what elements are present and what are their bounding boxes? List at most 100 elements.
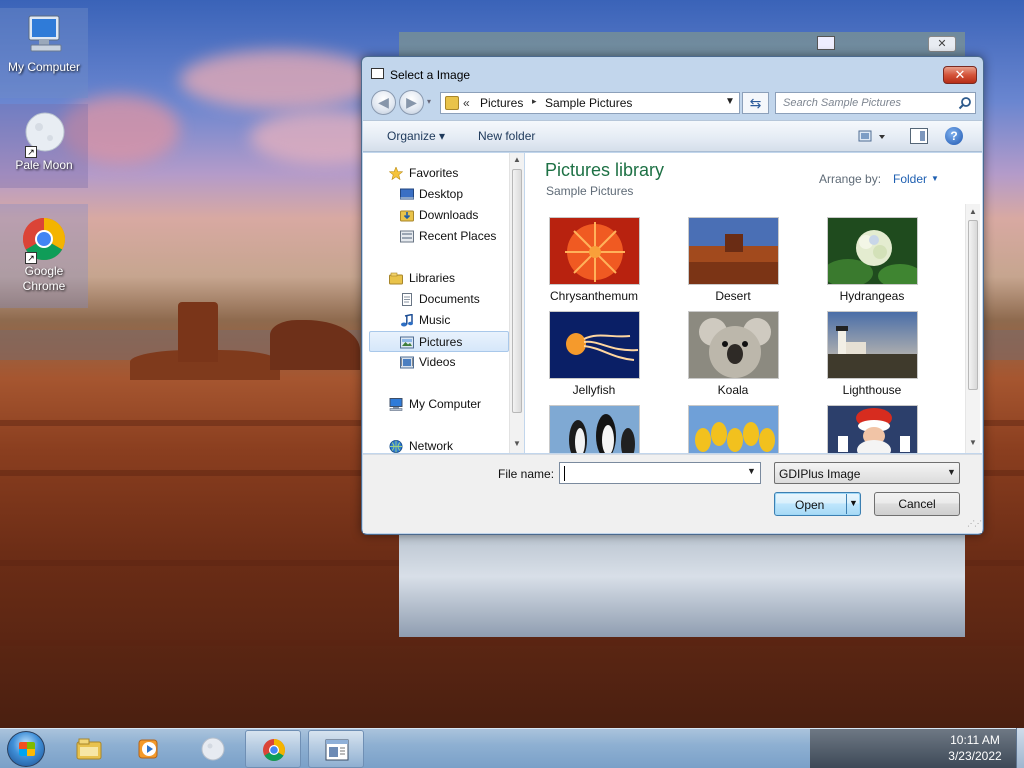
explorer-icon bbox=[76, 738, 102, 760]
pale-moon-icon bbox=[201, 737, 225, 761]
thumbnail-image bbox=[827, 217, 918, 285]
thumbnail-image bbox=[549, 217, 640, 285]
arrange-by-dropdown[interactable]: Folder bbox=[893, 172, 927, 186]
new-folder-button[interactable]: New folder bbox=[478, 129, 535, 143]
taskbar-explorer-button[interactable] bbox=[61, 730, 117, 768]
thumbnail-image bbox=[827, 311, 918, 379]
scroll-down-icon[interactable]: ▼ bbox=[513, 439, 521, 448]
show-desktop-button[interactable] bbox=[1016, 728, 1024, 768]
taskbar-dialog-window-button[interactable] bbox=[308, 730, 364, 768]
change-view-button[interactable] bbox=[857, 128, 891, 146]
network-icon bbox=[389, 440, 403, 453]
thumbnail-image bbox=[549, 405, 640, 453]
taskbar-media-player-button[interactable] bbox=[121, 730, 177, 768]
desktop-icon-google-chrome[interactable]: ↗ Google Chrome bbox=[0, 204, 88, 308]
nav-item-libraries[interactable]: Libraries bbox=[363, 268, 509, 289]
search-input[interactable]: Search Sample Pictures bbox=[775, 92, 976, 114]
nav-item-downloads[interactable]: Downloads bbox=[363, 205, 509, 226]
thumbnail-image bbox=[688, 405, 779, 453]
address-bar[interactable]: « Pictures ▸ Sample Pictures ▼ bbox=[440, 92, 740, 114]
close-button[interactable]: ✕ bbox=[943, 66, 977, 84]
desktop-icon-pale-moon[interactable]: ↗ Pale Moon bbox=[0, 104, 88, 188]
scroll-up-icon[interactable]: ▲ bbox=[513, 155, 521, 164]
forward-button[interactable]: ▶ bbox=[399, 90, 424, 115]
search-icon[interactable] bbox=[958, 96, 972, 110]
nav-item-recent-places[interactable]: Recent Places bbox=[363, 226, 509, 247]
select-image-dialog[interactable]: Select a Image ✕ ◀ ▶ ▾ « Pictures ▸ Samp… bbox=[361, 56, 984, 535]
system-clock[interactable]: 10:11 AM 3/23/2022 bbox=[940, 732, 1010, 764]
wallpaper-mesa bbox=[270, 320, 360, 370]
desktop-icon-label: My Computer bbox=[7, 60, 81, 74]
file-item-tulips[interactable] bbox=[667, 405, 799, 453]
nav-item-videos[interactable]: Videos bbox=[363, 352, 509, 373]
clock-time: 10:11 AM bbox=[950, 733, 1000, 747]
star-icon bbox=[389, 167, 403, 180]
downloads-icon bbox=[400, 210, 414, 222]
music-icon bbox=[401, 314, 413, 327]
scrollbar-thumb[interactable] bbox=[512, 169, 522, 413]
file-name-input[interactable]: ▼ bbox=[559, 462, 761, 484]
chevron-down-icon[interactable]: ▼ bbox=[747, 466, 756, 476]
preview-pane-button[interactable] bbox=[910, 128, 928, 144]
thumbnail-image bbox=[549, 311, 640, 379]
arrange-by-label: Arrange by: bbox=[819, 172, 882, 186]
help-icon[interactable]: ? bbox=[945, 127, 963, 145]
refresh-icon: ⇆ bbox=[749, 95, 762, 111]
nav-item-favorites[interactable]: Favorites bbox=[363, 163, 509, 184]
file-name-label: Hydrangeas bbox=[839, 289, 905, 303]
file-item-santa[interactable] bbox=[806, 405, 938, 453]
nav-item-my-computer[interactable]: My Computer bbox=[363, 394, 509, 415]
text-caret bbox=[564, 466, 565, 481]
file-type-select[interactable]: GDIPlus Image ▼ bbox=[774, 462, 960, 484]
chrome-icon bbox=[263, 739, 285, 761]
address-overflow[interactable]: « bbox=[463, 96, 470, 110]
libraries-icon bbox=[389, 272, 403, 285]
window-icon bbox=[817, 36, 835, 50]
scroll-down-icon[interactable]: ▼ bbox=[969, 438, 977, 447]
back-button[interactable]: ◀ bbox=[371, 90, 396, 115]
open-button[interactable]: Open ▼ bbox=[774, 492, 861, 516]
command-toolbar: Organize ▾ New folder ? bbox=[363, 120, 982, 152]
dialog-title-bar[interactable]: Select a Image ✕ bbox=[362, 57, 983, 89]
desktop-icon-label: Google Chrome bbox=[22, 264, 66, 293]
scrollbar-thumb[interactable] bbox=[968, 220, 978, 390]
navigation-pane[interactable]: Favorites Desktop Downloads Recent Place… bbox=[363, 153, 524, 453]
open-options-dropdown[interactable]: ▼ bbox=[849, 498, 858, 508]
chevron-down-icon[interactable]: ▼ bbox=[931, 174, 939, 183]
organize-button[interactable]: Organize ▾ bbox=[387, 129, 445, 143]
open-button-label: Open bbox=[795, 498, 825, 512]
media-player-icon bbox=[138, 739, 158, 759]
videos-icon bbox=[400, 356, 414, 369]
nav-scrollbar[interactable]: ▲ ▼ bbox=[509, 153, 524, 453]
breadcrumb-sample-pictures[interactable]: Sample Pictures bbox=[545, 96, 632, 110]
file-name-label: Jellyfish bbox=[572, 383, 616, 397]
breadcrumb-separator-icon[interactable]: ▸ bbox=[532, 96, 537, 107]
folder-icon bbox=[445, 96, 459, 110]
nav-item-documents[interactable]: Documents bbox=[363, 289, 509, 310]
recent-locations-dropdown[interactable]: ▾ bbox=[427, 97, 431, 106]
nav-item-pictures[interactable]: Pictures bbox=[369, 331, 509, 352]
breadcrumb-pictures[interactable]: Pictures bbox=[480, 96, 523, 110]
nav-item-music[interactable]: Music bbox=[363, 310, 509, 331]
clock-date: 3/23/2022 bbox=[948, 749, 1002, 763]
pictures-icon bbox=[400, 336, 414, 349]
search-placeholder: Search Sample Pictures bbox=[783, 97, 901, 109]
taskbar-chrome-button[interactable] bbox=[245, 730, 301, 768]
start-button[interactable] bbox=[7, 731, 45, 767]
scroll-up-icon[interactable]: ▲ bbox=[969, 207, 977, 216]
file-list-pane[interactable]: Pictures library Sample Pictures Arrange… bbox=[525, 153, 982, 453]
window-icon bbox=[371, 68, 384, 79]
nav-item-desktop[interactable]: Desktop bbox=[363, 184, 509, 205]
file-item-penguins[interactable] bbox=[528, 405, 660, 453]
file-list-scrollbar[interactable]: ▲ ▼ bbox=[965, 204, 980, 453]
wallpaper-streak bbox=[0, 640, 1024, 646]
refresh-button[interactable]: ⇆ bbox=[742, 92, 769, 114]
desktop-icon-my-computer[interactable]: My Computer bbox=[0, 8, 88, 98]
chevron-down-icon[interactable]: ▼ bbox=[947, 467, 956, 477]
taskbar-pale-moon-button[interactable] bbox=[185, 730, 241, 768]
background-window-close-button[interactable]: ✕ bbox=[928, 36, 956, 52]
resize-grip-icon[interactable]: ⋰⋰ bbox=[967, 519, 982, 531]
file-name-label: Chrysanthemum bbox=[549, 289, 639, 303]
cancel-button[interactable]: Cancel bbox=[874, 492, 960, 516]
address-dropdown-icon[interactable]: ▼ bbox=[725, 96, 735, 107]
